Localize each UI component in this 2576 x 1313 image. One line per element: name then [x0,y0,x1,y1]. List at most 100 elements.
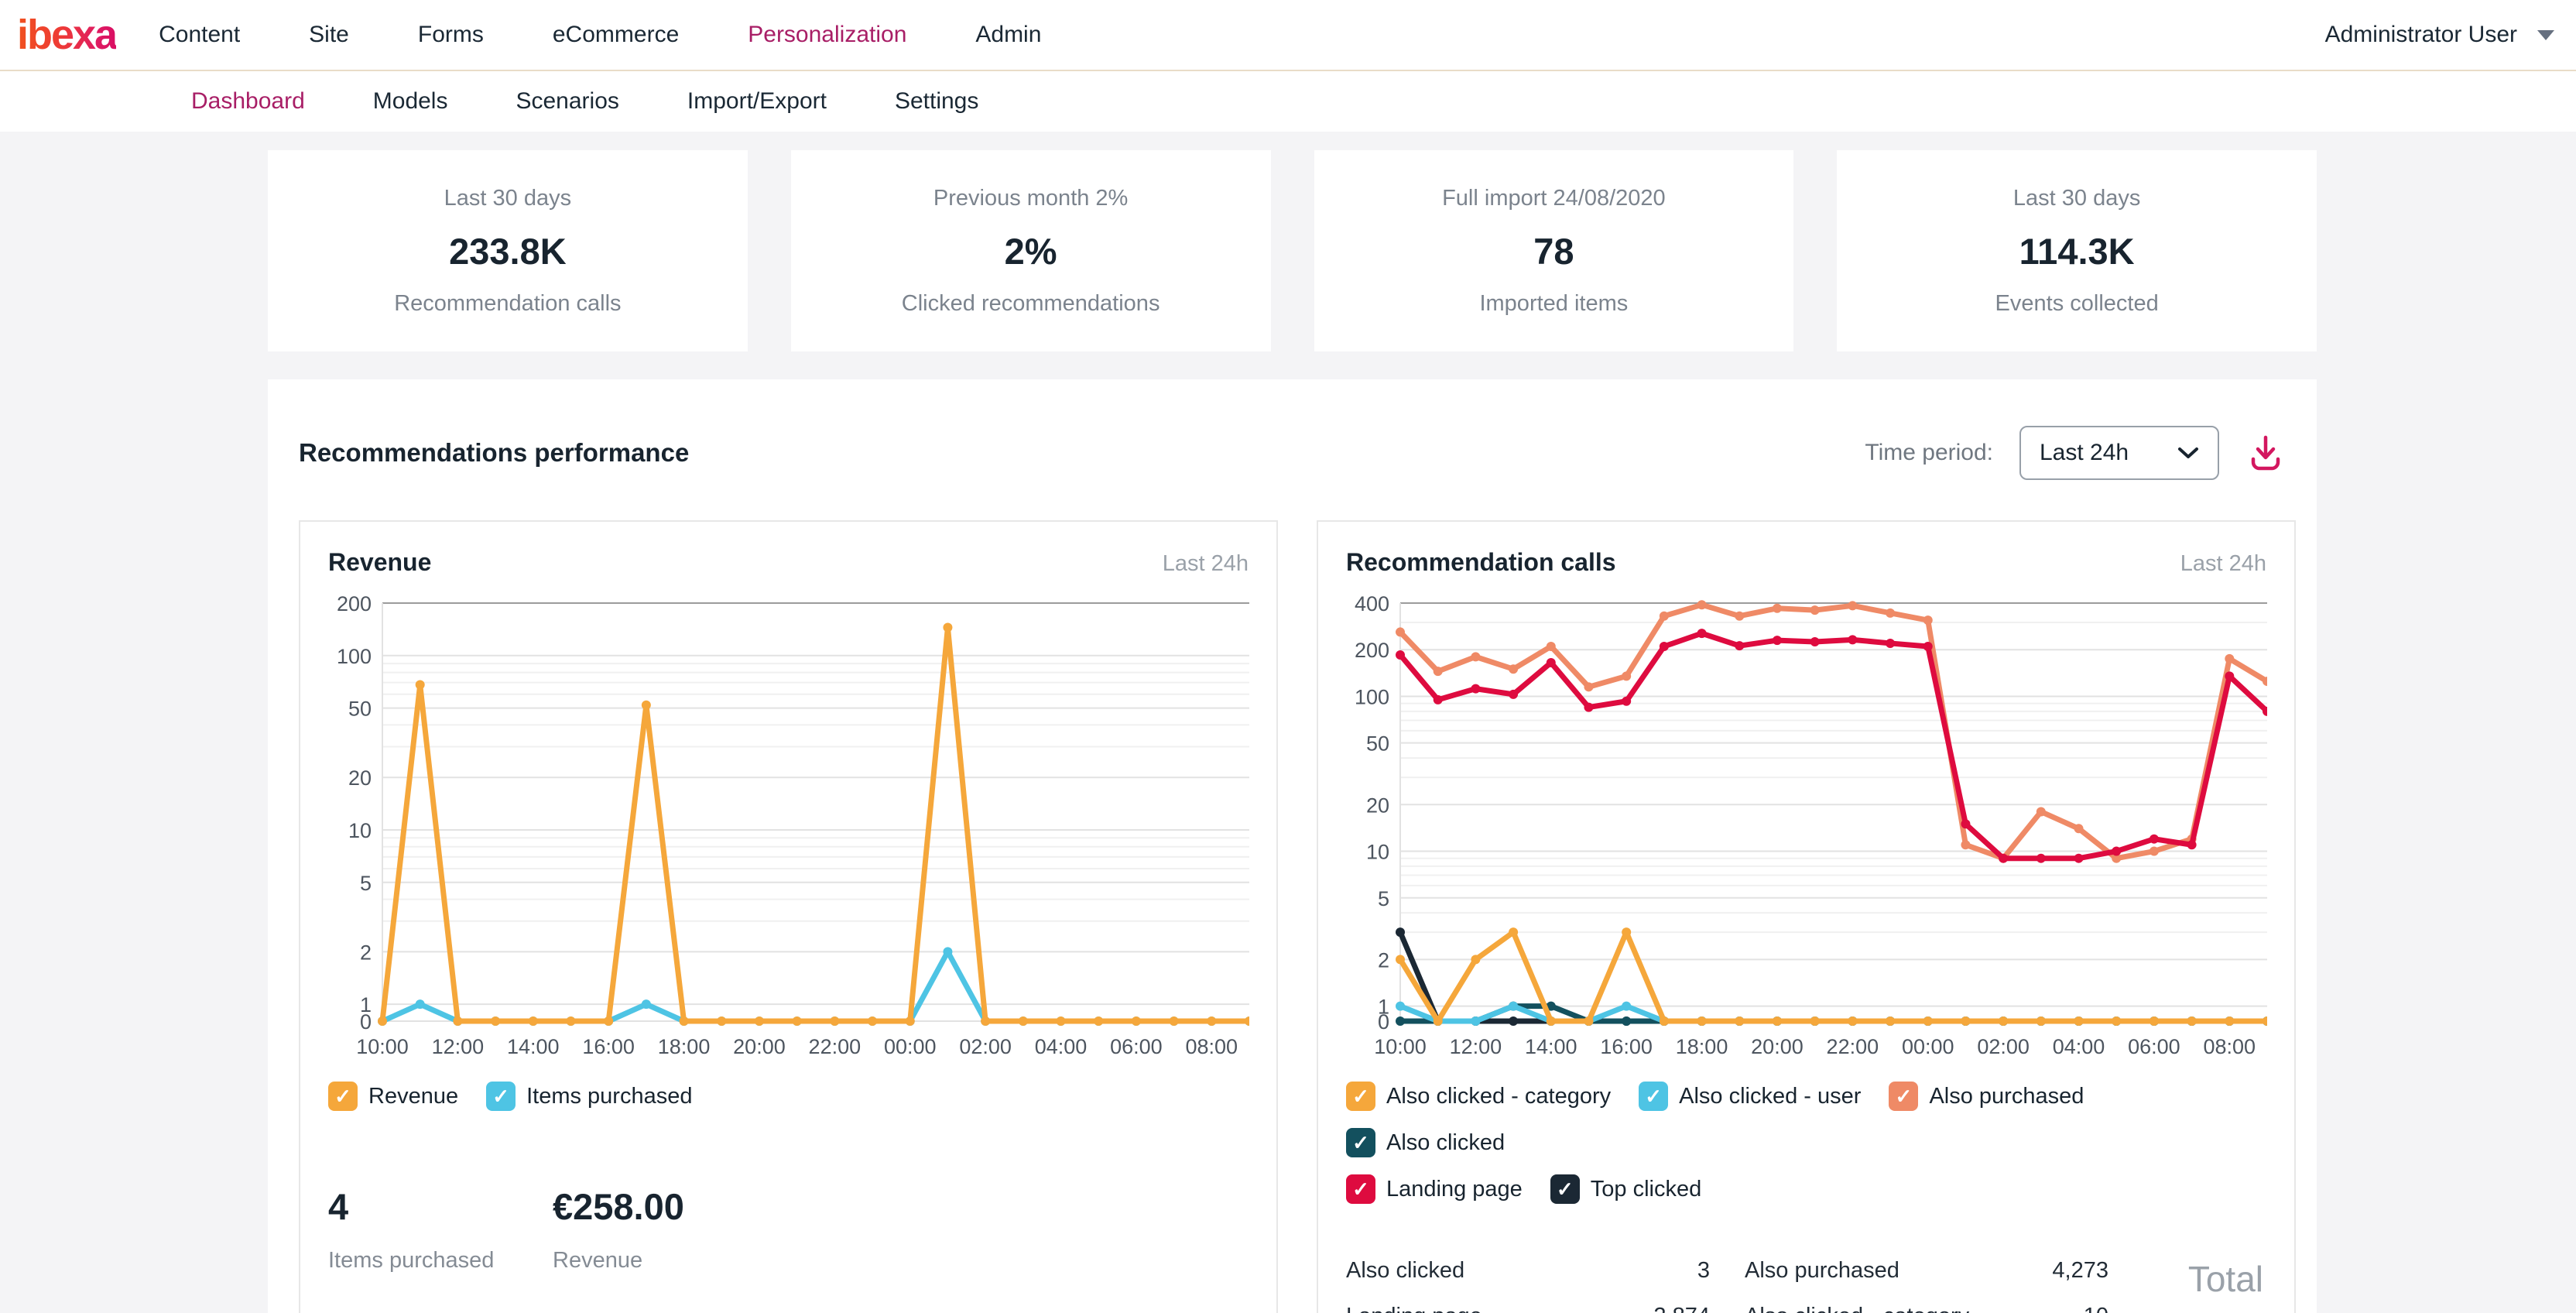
stat-period: Last 30 days [444,186,571,211]
svg-text:20:00: 20:00 [1751,1035,1804,1058]
svg-text:10: 10 [1366,841,1389,864]
nav-item-ecommerce[interactable]: eCommerce [553,22,679,48]
legend-item-top-clicked[interactable]: ✓ Top clicked [1550,1174,1701,1204]
chart-period: Last 24h [1163,551,1249,577]
stat-title: Clicked recommendations [902,291,1160,317]
personalization-subnav: Dashboard Models Scenarios Import/Export… [0,71,2576,132]
download-icon [2248,434,2283,472]
summary-row-label: Also clicked [1346,1258,1586,1284]
checkbox-checked-icon[interactable]: ✓ [1639,1082,1668,1111]
legend-label: Also clicked [1386,1130,1505,1156]
panel-header: Recommendations performance Time period:… [299,426,2286,480]
legend-item-items-purchased[interactable]: ✓ Items purchased [486,1082,692,1111]
svg-text:50: 50 [1366,732,1389,756]
checkbox-checked-icon[interactable]: ✓ [1346,1128,1375,1157]
svg-text:22:00: 22:00 [1827,1035,1879,1058]
svg-text:10:00: 10:00 [1374,1035,1427,1058]
svg-text:100: 100 [1355,685,1389,708]
svg-text:2: 2 [1378,948,1389,972]
stat-period: Previous month 2% [933,186,1128,211]
checkbox-checked-icon[interactable]: ✓ [1550,1174,1580,1204]
svg-text:10: 10 [348,819,372,842]
user-name: Administrator User [2325,22,2517,48]
chevron-down-icon [2537,30,2554,40]
checkbox-checked-icon[interactable]: ✓ [1346,1174,1375,1204]
svg-text:12:00: 12:00 [1450,1035,1502,1058]
svg-text:400: 400 [1355,595,1389,615]
svg-text:02:00: 02:00 [959,1035,1012,1058]
panel-controls: Time period: Last 24h [1865,426,2286,480]
tab-scenarios[interactable]: Scenarios [516,88,618,115]
time-period-select[interactable]: Last 24h [2019,426,2219,480]
legend-item-also-clicked[interactable]: ✓ Also clicked [1346,1128,1505,1157]
total-label: Total [2163,1258,2263,1300]
stat-card-events-collected: Last 30 days 114.3K Events collected [1837,150,2317,351]
nav-item-personalization[interactable]: Personalization [748,22,906,48]
checkbox-checked-icon[interactable]: ✓ [1889,1082,1918,1111]
chart-title: Recommendation calls [1346,548,1616,577]
recommendation-calls-chart: 400200100502010521010:0012:0014:0016:001… [1346,595,2267,1060]
calls-total: Total 7,166 [2163,1258,2266,1313]
stat-period: Full import 24/08/2020 [1442,186,1666,211]
ibexa-logo[interactable]: ibexa [17,14,116,56]
calls-legend-row-2: ✓ Landing page ✓ Top clicked [1346,1174,2266,1204]
charts-row: Revenue Last 24h 200100502010521010:0012… [299,520,2286,1313]
download-report-button[interactable] [2245,433,2286,473]
panel-title: Recommendations performance [299,438,689,468]
svg-text:10:00: 10:00 [356,1035,409,1058]
svg-text:00:00: 00:00 [884,1035,937,1058]
time-period-label: Time period: [1865,440,1993,466]
svg-text:14:00: 14:00 [507,1035,560,1058]
legend-label: Also purchased [1929,1084,2084,1109]
nav-item-content[interactable]: Content [159,22,240,48]
stat-card-imported-items: Full import 24/08/2020 78 Imported items [1314,150,1794,351]
nav-item-forms[interactable]: Forms [418,22,484,48]
summary-row-label: Landing page [1346,1304,1586,1313]
tab-import-export[interactable]: Import/Export [687,88,827,115]
svg-text:50: 50 [348,698,372,721]
revenue-summary: 4 Items purchased €258.00 Revenue [328,1185,1249,1274]
legend-item-landing-page[interactable]: ✓ Landing page [1346,1174,1523,1204]
top-bar: ibexa Content Site Forms eCommerce Perso… [0,0,2576,71]
summary-row-label: Also clicked - category [1745,1304,2000,1313]
legend-item-also-clicked-category[interactable]: ✓ Also clicked - category [1346,1082,1611,1111]
stat-value: 233.8K [449,230,567,273]
legend-item-revenue[interactable]: ✓ Revenue [328,1082,458,1111]
checkbox-checked-icon[interactable]: ✓ [1346,1082,1375,1111]
stat-value: 78 [1533,230,1574,273]
svg-text:18:00: 18:00 [1676,1035,1728,1058]
checkbox-checked-icon[interactable]: ✓ [486,1082,516,1111]
svg-text:04:00: 04:00 [2053,1035,2105,1058]
tab-models[interactable]: Models [373,88,448,115]
summary-items-purchased: 4 Items purchased [328,1185,553,1274]
user-menu[interactable]: Administrator User [2325,22,2554,48]
svg-text:06:00: 06:00 [2128,1035,2180,1058]
revenue-legend: ✓ Revenue ✓ Items purchased [328,1082,1249,1111]
checkbox-checked-icon[interactable]: ✓ [328,1082,358,1111]
svg-text:20: 20 [1366,794,1389,817]
svg-text:0: 0 [1378,1010,1389,1034]
svg-text:5: 5 [360,872,372,895]
svg-text:14:00: 14:00 [1525,1035,1577,1058]
page-content: Last 30 days 233.8K Recommendation calls… [0,132,2576,1313]
legend-item-also-clicked-user[interactable]: ✓ Also clicked - user [1639,1082,1861,1111]
stat-period: Last 30 days [2013,186,2140,211]
stat-card-recommendation-calls: Last 30 days 233.8K Recommendation calls [268,150,748,351]
tab-dashboard[interactable]: Dashboard [191,88,305,115]
time-period-value: Last 24h [2040,440,2177,466]
calls-summary-col-2: Also purchased 4,273 Also clicked - cate… [1745,1258,2108,1313]
svg-text:5: 5 [1378,887,1389,910]
legend-label: Landing page [1386,1177,1523,1202]
main-nav: Content Site Forms eCommerce Personaliza… [159,22,1041,48]
legend-label: Top clicked [1591,1177,1701,1202]
calls-summary-table: Also clicked 3 Landing page 2,874 Also c… [1346,1258,2266,1313]
summary-value: 4 [328,1185,553,1228]
tab-settings[interactable]: Settings [895,88,978,115]
recommendations-performance-panel: Recommendations performance Time period:… [268,379,2317,1313]
svg-text:16:00: 16:00 [582,1035,635,1058]
nav-item-site[interactable]: Site [309,22,349,48]
svg-text:06:00: 06:00 [1110,1035,1163,1058]
legend-item-also-purchased[interactable]: ✓ Also purchased [1889,1082,2084,1111]
legend-label: Revenue [368,1084,458,1109]
nav-item-admin[interactable]: Admin [975,22,1041,48]
